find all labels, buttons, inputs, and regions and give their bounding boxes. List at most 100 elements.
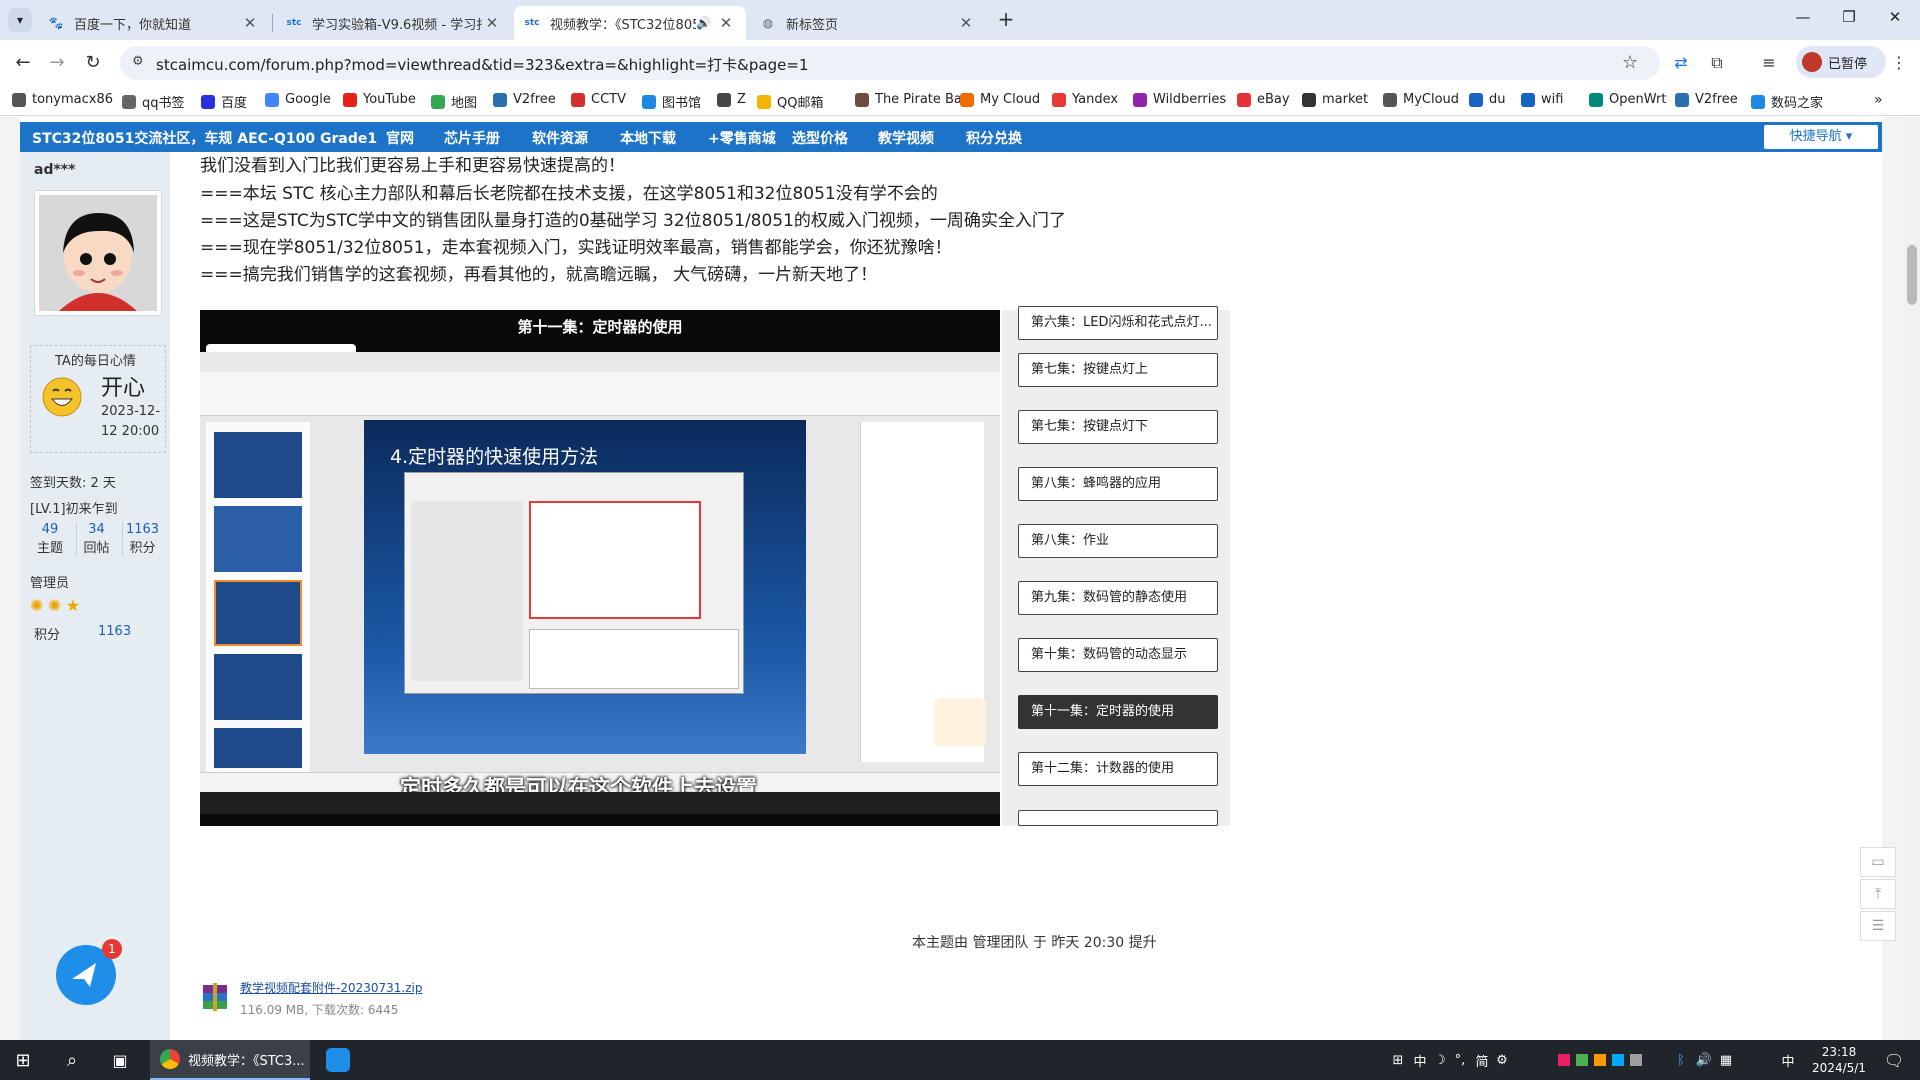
playlist-item[interactable]: 第九集：数码管的静态使用	[1018, 581, 1218, 615]
bookmark-item[interactable]: Google	[265, 92, 331, 107]
task-view-icon[interactable]: ▣	[98, 1040, 142, 1080]
bookmark-item[interactable]: V2free	[493, 92, 556, 107]
ime-punct-icon[interactable]: °,	[1450, 1040, 1470, 1080]
site-info-icon[interactable]: ⚙	[132, 54, 144, 69]
forward-icon[interactable]: →	[44, 50, 70, 76]
bookmark-star-icon[interactable]: ☆	[1622, 52, 1638, 73]
bookmark-item[interactable]: 图书馆	[642, 92, 701, 111]
list-icon[interactable]: ☰	[1860, 911, 1896, 941]
playlist-item[interactable]: 第七集：按键点灯下	[1018, 410, 1218, 444]
network-icon[interactable]: ▦	[1716, 1040, 1736, 1080]
nav-item-videos[interactable]: 教学视频	[878, 128, 934, 148]
stat-points[interactable]: 1163 积分	[122, 522, 162, 556]
bookmark-item[interactable]: The Pirate Bay	[855, 92, 970, 107]
notification-center-icon[interactable]: 🗨	[1872, 1040, 1916, 1080]
playlist-item[interactable]: 第八集：作业	[1018, 524, 1218, 558]
menu-kebab-icon[interactable]: ⋮	[1886, 50, 1912, 76]
bookmark-item[interactable]: eBay	[1237, 92, 1290, 107]
tray-ime[interactable]: 中	[1778, 1040, 1798, 1080]
bookmark-item[interactable]: tonymacx86	[12, 92, 113, 107]
playlist-item[interactable]: 第十一集：定时器的使用	[1018, 695, 1218, 729]
author-avatar[interactable]	[34, 190, 162, 316]
audio-playing-icon[interactable]: 🔊	[696, 16, 716, 30]
bookmark-item[interactable]: wifi	[1521, 92, 1563, 107]
user-role[interactable]: 管理员	[30, 572, 69, 591]
translate-icon[interactable]: ⇄	[1668, 50, 1694, 76]
bookmark-item[interactable]: QQ邮箱	[757, 92, 823, 111]
nav-item-software[interactable]: 软件资源	[532, 128, 588, 148]
reload-icon[interactable]: ↻	[80, 50, 106, 76]
playlist-item[interactable]: 第七集：按键点灯上	[1018, 353, 1218, 387]
ime-mode[interactable]: 中	[1410, 1040, 1430, 1080]
ime-grid-icon[interactable]: ⊞	[1388, 1040, 1408, 1080]
playlist-item[interactable]: 第六集：LED闪烁和花式点灯...	[1018, 306, 1218, 340]
bird-app-icon[interactable]	[316, 1040, 360, 1080]
nav-item-datasheet[interactable]: 芯片手册	[444, 128, 500, 148]
site-brand[interactable]: STC32位8051交流社区，车规 AEC-Q100 Grade1	[32, 128, 377, 148]
playlist-item[interactable]: 第八集：蜂鸣器的应用	[1018, 467, 1218, 501]
close-tab-icon[interactable]: ✕	[956, 14, 976, 32]
author-name[interactable]: ad***	[34, 162, 75, 178]
stat-threads[interactable]: 49 主题	[30, 522, 70, 556]
user-level[interactable]: [LV.1]初来乍到	[30, 498, 118, 517]
bookmark-item[interactable]: MyCloud	[1383, 92, 1459, 107]
bookmark-item[interactable]: Z	[717, 92, 746, 107]
bookmark-item[interactable]: du	[1469, 92, 1506, 107]
bookmark-item[interactable]: 百度	[201, 92, 247, 111]
bookmark-item[interactable]: CCTV	[571, 92, 626, 107]
stat-replies[interactable]: 34 回帖	[76, 522, 116, 556]
bookmark-item[interactable]: market	[1302, 92, 1368, 107]
ime-settings-icon[interactable]: ⚙	[1492, 1040, 1512, 1080]
nav-item-shop[interactable]: +零售商城	[708, 128, 776, 148]
media-control-icon[interactable]: ≡	[1756, 50, 1782, 76]
close-window-icon[interactable]: ✕	[1872, 8, 1918, 32]
scrollbar-thumb[interactable]	[1907, 245, 1917, 305]
address-bar[interactable]: ⚙ stcaimcu.com/forum.php?mod=viewthread&…	[120, 46, 1660, 80]
bookmark-item[interactable]: YouTube	[343, 92, 416, 107]
bookmark-item[interactable]: 地图	[431, 92, 477, 111]
nav-item-points-exchange[interactable]: 积分兑换	[966, 128, 1022, 148]
bookmark-item[interactable]: Wildberries	[1133, 92, 1226, 107]
bookmark-item[interactable]: V2free	[1675, 92, 1738, 107]
minimize-icon[interactable]: —	[1780, 8, 1826, 32]
bookmark-item[interactable]: Yandex	[1052, 92, 1118, 107]
search-icon[interactable]: ⌕	[50, 1040, 94, 1080]
video-player[interactable]: 第十一集：定时器的使用 4.定时器的快速使用方法 定时多久都是可以在这个软件上去…	[200, 310, 1000, 826]
tab-search-button[interactable]: ▾	[8, 8, 32, 32]
bookmark-item[interactable]: 数码之家	[1751, 92, 1823, 111]
nav-item-pricing[interactable]: 选型价格	[792, 128, 848, 148]
new-tab-button[interactable]: +	[994, 8, 1018, 32]
windows-start-icon[interactable]: ⊞	[0, 1040, 46, 1080]
bookmark-item[interactable]: My Cloud	[960, 92, 1040, 107]
tab-baidu[interactable]: 🐾 百度一下，你就知道 ✕	[38, 6, 270, 40]
tab-new-tab[interactable]: ◍ 新标签页 ✕	[750, 6, 986, 40]
nav-item-official[interactable]: 官网	[386, 128, 414, 148]
close-tab-icon[interactable]: ✕	[716, 14, 736, 32]
bluetooth-icon[interactable]: ᛒ	[1672, 1040, 1690, 1080]
ime-simplified[interactable]: 简	[1472, 1040, 1492, 1080]
playlist-item-partial[interactable]	[1018, 810, 1218, 826]
playlist-item[interactable]: 第十集：数码管的动态显示	[1018, 638, 1218, 672]
playlist-item[interactable]: 第十二集：计数器的使用	[1018, 752, 1218, 786]
nav-item-download[interactable]: 本地下载	[620, 128, 676, 148]
profile-button[interactable]: 已暂停	[1796, 46, 1886, 78]
close-tab-icon[interactable]: ✕	[240, 14, 260, 32]
extensions-icon[interactable]: ⧉	[1704, 50, 1730, 76]
volume-icon[interactable]: 🔊	[1694, 1040, 1714, 1080]
tray-app-icons[interactable]	[1530, 1040, 1670, 1080]
attachment-link[interactable]: 教学视频配套附件-20230731.zip	[240, 979, 422, 996]
bookmark-item[interactable]: OpenWrt	[1589, 92, 1666, 107]
clock[interactable]: 23:18 2024/5/1	[1806, 1040, 1872, 1080]
restore-icon[interactable]: ❐	[1826, 8, 1872, 32]
taskbar-chrome-window[interactable]: 视频教学：《STC3...	[150, 1040, 310, 1080]
tab-stc-lab[interactable]: stc 学习实验箱-V9.6视频 - 学习打 ✕	[276, 6, 512, 40]
back-to-top-icon[interactable]: ⤒	[1860, 879, 1896, 909]
tab-video-teaching[interactable]: stc 视频教学：《STC32位805 🔊 ✕	[514, 6, 746, 40]
quick-nav-button[interactable]: 快捷导航 ▾	[1764, 125, 1878, 149]
ime-moon-icon[interactable]: ☽	[1430, 1040, 1450, 1080]
back-icon[interactable]: ←	[10, 50, 36, 76]
comment-icon[interactable]: ▭	[1860, 847, 1896, 877]
more-bookmarks-icon[interactable]: »	[1874, 92, 1883, 108]
close-tab-icon[interactable]: ✕	[482, 14, 502, 32]
bookmark-item[interactable]: qq书签	[122, 92, 185, 111]
